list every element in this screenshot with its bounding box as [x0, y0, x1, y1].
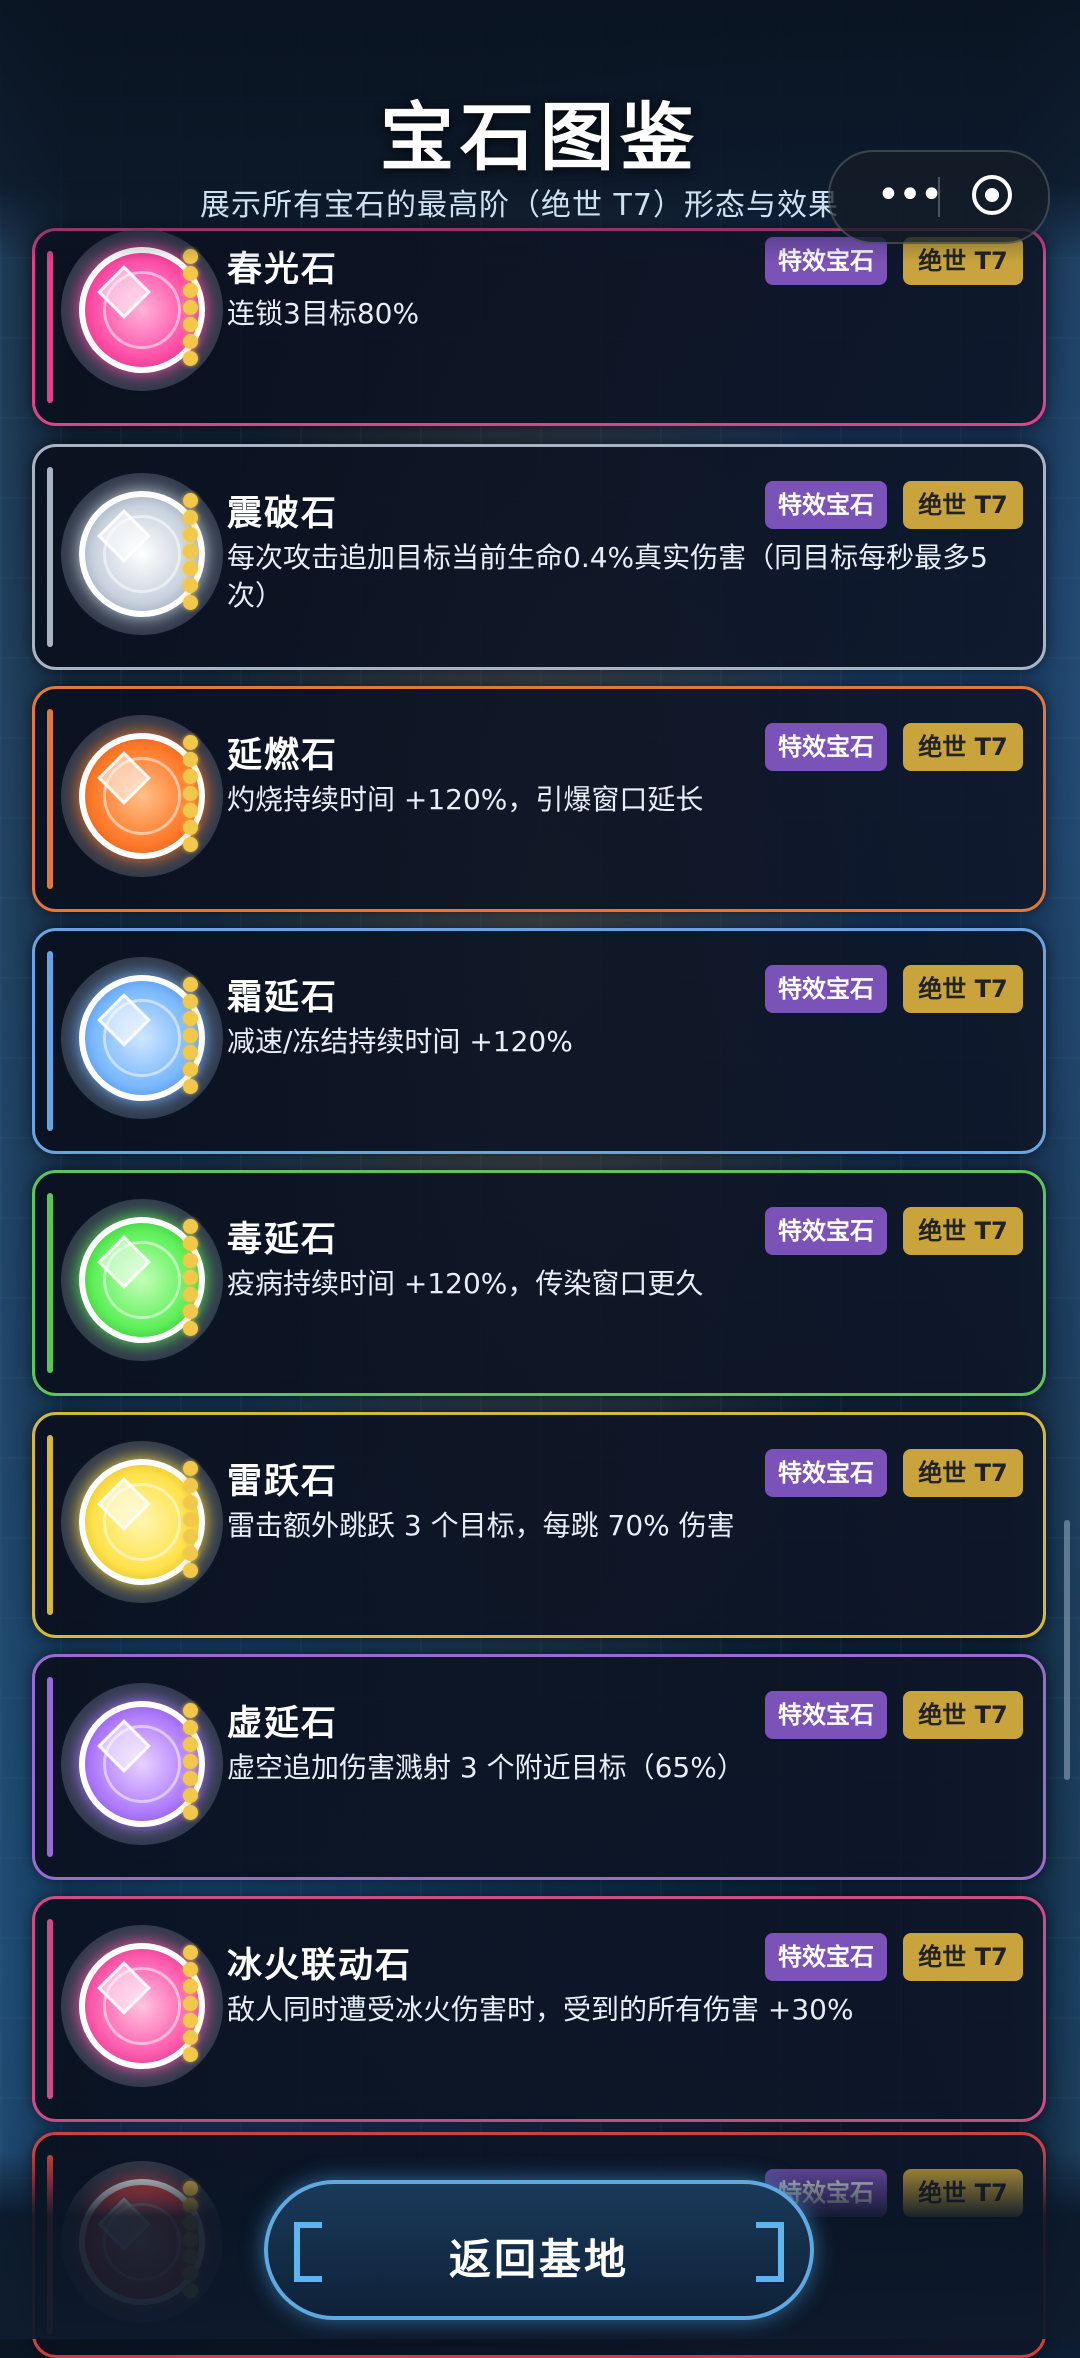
gem-tier-badge: 绝世 T7	[903, 1933, 1023, 1981]
star-dots	[183, 1219, 201, 1338]
gem-type-badge: 特效宝石	[765, 1933, 887, 1981]
gem-type-badge: 特效宝石	[765, 965, 887, 1013]
gem-description: 减速/冻结持续时间 +120%	[227, 1025, 573, 1058]
gem-icon	[61, 1199, 223, 1361]
card-accent-bar	[47, 1435, 53, 1615]
scrollbar[interactable]	[1064, 1520, 1070, 1780]
capsule-divider	[938, 177, 940, 217]
card-accent-bar	[47, 1677, 53, 1857]
back-to-base-button[interactable]: 返回基地	[264, 2180, 814, 2320]
gem-name: 虚延石	[227, 1704, 339, 1744]
gem-card[interactable]: 延燃石灼烧持续时间 +120%，引爆窗口延长 特效宝石 绝世 T7	[32, 686, 1046, 912]
gem-card[interactable]: 冰火联动石敌人同时遭受冰火伤害时，受到的所有伤害 +30% 特效宝石 绝世 T7	[32, 1896, 1046, 2122]
close-target-icon[interactable]	[972, 175, 1012, 215]
gem-description: 虚空追加伤害溅射 3 个附近目标（65%）	[227, 1751, 745, 1784]
card-accent-bar	[47, 467, 53, 647]
gem-icon	[61, 715, 223, 877]
gem-type-badge: 特效宝石	[765, 1207, 887, 1255]
gem-description: 灼烧持续时间 +120%，引爆窗口延长	[227, 783, 704, 816]
gem-icon	[61, 1925, 223, 2087]
star-dots	[183, 249, 201, 368]
gem-icon	[61, 1683, 223, 1845]
back-button-label: 返回基地	[448, 2235, 629, 2284]
star-dots	[183, 493, 201, 612]
gem-tier-badge: 绝世 T7	[903, 1691, 1023, 1739]
header: 宝石图鉴 展示所有宝石的最高阶（绝世 T7）形态与效果 •••	[0, 0, 1080, 262]
gem-name: 霜延石	[227, 978, 339, 1018]
gem-description: 敌人同时遭受冰火伤害时，受到的所有伤害 +30%	[227, 1993, 854, 2026]
gem-list[interactable]: 春光石连锁3目标80%特效宝石绝世 T7震破石每次攻击追加目标当前生命0.4%真…	[0, 0, 1080, 2358]
gem-description: 雷击额外跳跃 3 个目标，每跳 70% 伤害	[227, 1509, 735, 1542]
gem-tier-badge: 绝世 T7	[903, 1207, 1023, 1255]
gem-description: 连锁3目标80%	[227, 297, 420, 330]
gem-card[interactable]: 毒延石疫病持续时间 +120%，传染窗口更久 特效宝石 绝世 T7	[32, 1170, 1046, 1396]
card-accent-bar	[47, 1919, 53, 2099]
card-accent-bar	[47, 1193, 53, 1373]
gem-icon	[61, 957, 223, 1119]
gem-description: 疫病持续时间 +120%，传染窗口更久	[227, 1267, 704, 1300]
star-dots	[183, 977, 201, 1096]
gem-type-badge: 特效宝石	[765, 1449, 887, 1497]
star-dots	[183, 1945, 201, 2064]
gem-name: 雷跃石	[227, 1462, 339, 1502]
gem-description: 每次攻击追加目标当前生命0.4%真实伤害（同目标每秒最多5次）	[227, 541, 988, 612]
gem-icon	[61, 1441, 223, 1603]
gem-type-badge: 特效宝石	[765, 481, 887, 529]
gem-card[interactable]: 震破石每次攻击追加目标当前生命0.4%真实伤害（同目标每秒最多5次） 特效宝石 绝世…	[32, 444, 1046, 670]
gem-card[interactable]: 虚延石虚空追加伤害溅射 3 个附近目标（65%） 特效宝石 绝世 T7	[32, 1654, 1046, 1880]
gem-tier-badge: 绝世 T7	[903, 1449, 1023, 1497]
star-dots	[183, 735, 201, 854]
gem-tier-badge: 绝世 T7	[903, 481, 1023, 529]
page-subtitle: 展示所有宝石的最高阶（绝世 T7）形态与效果	[200, 188, 839, 223]
gem-type-badge: 特效宝石	[765, 723, 887, 771]
gem-name: 冰火联动石	[227, 1946, 413, 1986]
star-dots	[183, 1461, 201, 1580]
gem-name: 震破石	[227, 494, 339, 534]
more-icon[interactable]: •••	[864, 170, 954, 224]
gem-tier-badge: 绝世 T7	[903, 965, 1023, 1013]
gem-card[interactable]: 雷跃石雷击额外跳跃 3 个目标，每跳 70% 伤害 特效宝石 绝世 T7	[32, 1412, 1046, 1638]
miniprogram-capsule: •••	[828, 150, 1050, 244]
gem-card[interactable]: 霜延石减速/冻结持续时间 +120% 特效宝石 绝世 T7	[32, 928, 1046, 1154]
gem-type-badge: 特效宝石	[765, 1691, 887, 1739]
card-accent-bar	[47, 251, 53, 403]
footer: 返回基地	[0, 2150, 1080, 2339]
gem-tier-badge: 绝世 T7	[903, 723, 1023, 771]
card-accent-bar	[47, 951, 53, 1131]
gem-name: 延燃石	[227, 736, 339, 776]
star-dots	[183, 1703, 201, 1822]
card-accent-bar	[47, 709, 53, 889]
gem-icon	[61, 473, 223, 635]
gem-name: 毒延石	[227, 1220, 339, 1260]
